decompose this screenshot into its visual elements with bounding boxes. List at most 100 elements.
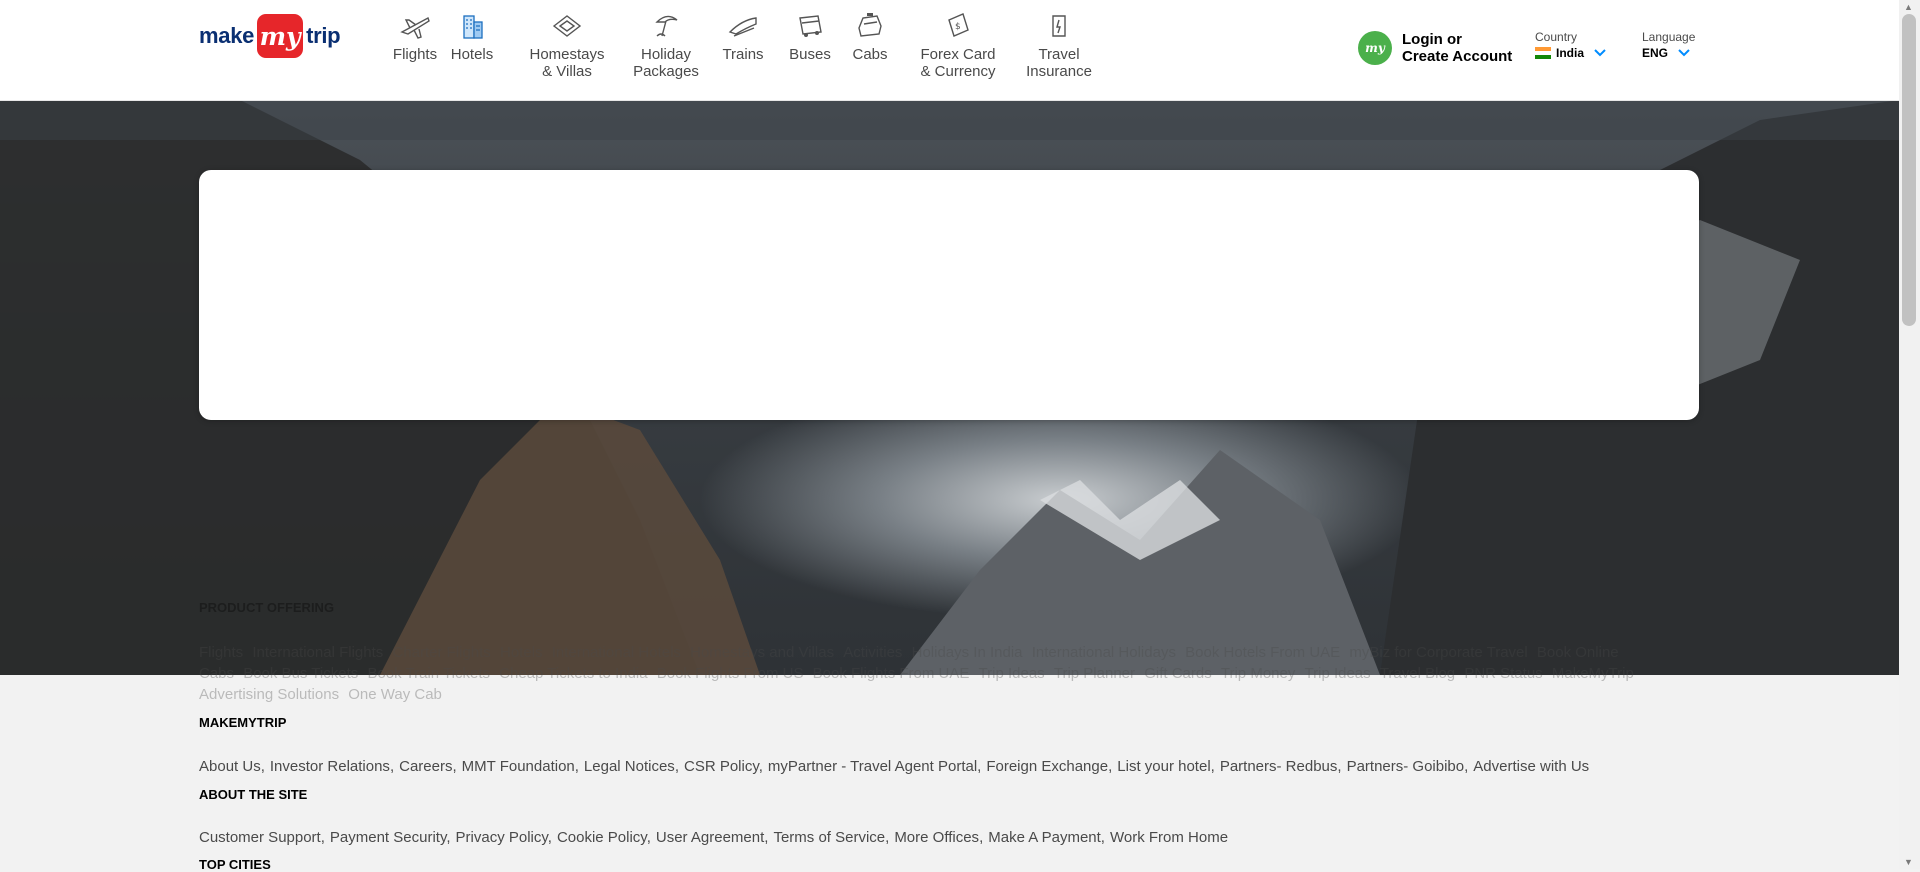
country-selector[interactable]: Country India	[1535, 30, 1606, 60]
footer-link[interactable]: Legal Notices	[584, 758, 675, 775]
footer-link[interactable]: User Agreement	[656, 829, 764, 846]
footer-link[interactable]: Terms of Service	[773, 829, 885, 846]
link-separator	[1176, 644, 1180, 661]
footer-link[interactable]: One Way Cab	[348, 686, 442, 703]
footer-link[interactable]: Trip Ideas	[1305, 665, 1371, 682]
footer-link[interactable]: Make A Payment	[988, 829, 1101, 846]
footer-link[interactable]: Homestays and Villas	[690, 644, 834, 661]
about-site-title: ABOUT THE SITE	[199, 787, 308, 802]
footer-link[interactable]: Holidays In India	[912, 644, 1023, 661]
holiday-icon	[655, 15, 678, 37]
footer-link[interactable]: PNR Status	[1464, 665, 1542, 682]
avatar: my	[1358, 31, 1392, 65]
footer-link[interactable]: Work From Home	[1110, 829, 1228, 846]
footer-link[interactable]: Travel Blog	[1380, 665, 1455, 682]
footer-link[interactable]: International Hotels	[552, 644, 681, 661]
link-separator: ,	[758, 758, 763, 775]
hotel-icon	[463, 15, 483, 39]
footer-link[interactable]: Book Flights From UAE	[813, 665, 970, 682]
nav-travel-insurance[interactable]: Travel Insurance	[1009, 10, 1109, 80]
footer-link[interactable]: Book Train Tickets	[367, 665, 490, 682]
footer-link[interactable]: Flights	[199, 644, 243, 661]
chevron-down-icon	[1678, 49, 1690, 57]
scroll-up-arrow-icon[interactable]: ▲	[1904, 2, 1913, 12]
cab-icon	[858, 13, 882, 37]
footer-link[interactable]: Privacy Policy	[456, 829, 548, 846]
bus-icon	[799, 15, 822, 37]
language-caption: Language	[1642, 30, 1696, 44]
page-scrollbar[interactable]: ▲ ▼	[1899, 0, 1920, 869]
footer-link[interactable]: MMT Foundation	[462, 758, 575, 775]
link-separator	[1295, 665, 1299, 682]
footer-link[interactable]: Activities	[843, 644, 902, 661]
footer-link[interactable]: Cookie Policy	[557, 829, 647, 846]
footer-link[interactable]: International Holidays	[1032, 644, 1176, 661]
link-separator	[339, 686, 343, 703]
footer-link[interactable]: More Offices	[894, 829, 979, 846]
footer-link[interactable]: About Us	[199, 758, 261, 775]
footer-link[interactable]: Trip Money	[1221, 665, 1295, 682]
scroll-down-arrow-icon[interactable]: ▼	[1904, 857, 1913, 867]
link-separator	[1212, 665, 1216, 682]
logo-my: my	[257, 14, 304, 58]
footer-link[interactable]: Customer Support	[199, 829, 321, 846]
link-separator	[1528, 644, 1532, 661]
link-separator	[490, 665, 494, 682]
footer-link[interactable]: List your hotel	[1117, 758, 1210, 775]
link-separator: ,	[1100, 829, 1105, 846]
footer-link[interactable]: Trip Ideas	[979, 665, 1045, 682]
language-selector[interactable]: Language ENG	[1642, 30, 1695, 60]
hero-background	[0, 100, 1899, 675]
footer-link[interactable]: CSR Policy	[684, 758, 759, 775]
homestay-icon	[552, 15, 582, 37]
scrollbar-thumb[interactable]	[1902, 14, 1916, 326]
footer-link[interactable]: Partners- Goibibo	[1347, 758, 1465, 775]
makemytrip-logo[interactable]: make my trip	[199, 14, 341, 58]
footer-link[interactable]: Gift Cards	[1144, 665, 1212, 682]
footer-link[interactable]: Book Flights From US	[657, 665, 804, 682]
insurance-icon	[1052, 15, 1066, 37]
link-separator: ,	[260, 758, 265, 775]
footer-link[interactable]: Book Bus Tickets	[243, 665, 358, 682]
footer-link[interactable]: Payment Security	[330, 829, 446, 846]
link-separator: ,	[574, 758, 579, 775]
train-icon	[728, 17, 757, 37]
link-separator: ,	[389, 758, 395, 775]
footer-link[interactable]: Cheap Tickets to India	[499, 665, 647, 682]
nav-hotels[interactable]: Hotels	[432, 10, 512, 63]
footer-link[interactable]: Careers	[399, 758, 452, 775]
footer-link[interactable]: Investor Relations	[270, 758, 390, 775]
search-widget-card	[199, 170, 1699, 420]
nav-forex[interactable]: $ Forex Card & Currency	[906, 10, 1010, 80]
nav-cabs[interactable]: Cabs	[835, 10, 905, 63]
link-separator	[358, 665, 362, 682]
link-separator	[1045, 665, 1049, 682]
svg-text:$: $	[955, 22, 961, 32]
language-value: ENG	[1642, 46, 1669, 60]
link-separator	[1455, 665, 1459, 682]
footer-link[interactable]: myBiz for Corporate Travel	[1349, 644, 1527, 661]
link-separator	[1371, 665, 1375, 682]
logo-make: make	[199, 23, 255, 48]
product-offering-title: PRODUCT OFFERING	[199, 600, 335, 615]
forex-icon: $	[948, 13, 969, 37]
link-separator: ,	[646, 829, 651, 846]
footer-link[interactable]: Hotels	[500, 644, 543, 661]
link-separator	[1135, 665, 1139, 682]
india-flag-icon	[1535, 47, 1551, 59]
login-or-create-account[interactable]: my Login or Create Account	[1358, 31, 1512, 65]
footer-link[interactable]: Trip Planner	[1054, 665, 1135, 682]
footer-link[interactable]: Book Hotels From UAE	[1185, 644, 1340, 661]
nav-trains[interactable]: Trains	[705, 10, 781, 63]
flight-icon	[400, 16, 430, 39]
footer-link[interactable]: Partners- Redbus	[1220, 758, 1338, 775]
footer-link[interactable]: Charter Flights	[392, 644, 490, 661]
footer-link[interactable]: myPartner - Travel Agent Portal	[768, 758, 977, 775]
footer-link[interactable]: Advertise with Us	[1473, 758, 1589, 775]
footer-link[interactable]: International Flights	[252, 644, 383, 661]
link-separator: ,	[1210, 758, 1215, 775]
link-separator	[834, 644, 838, 661]
top-cities-title: TOP CITIES	[199, 857, 271, 872]
footer-link[interactable]: Foreign Exchange	[986, 758, 1108, 775]
makemytrip-title: MAKEMYTRIP	[199, 715, 287, 730]
